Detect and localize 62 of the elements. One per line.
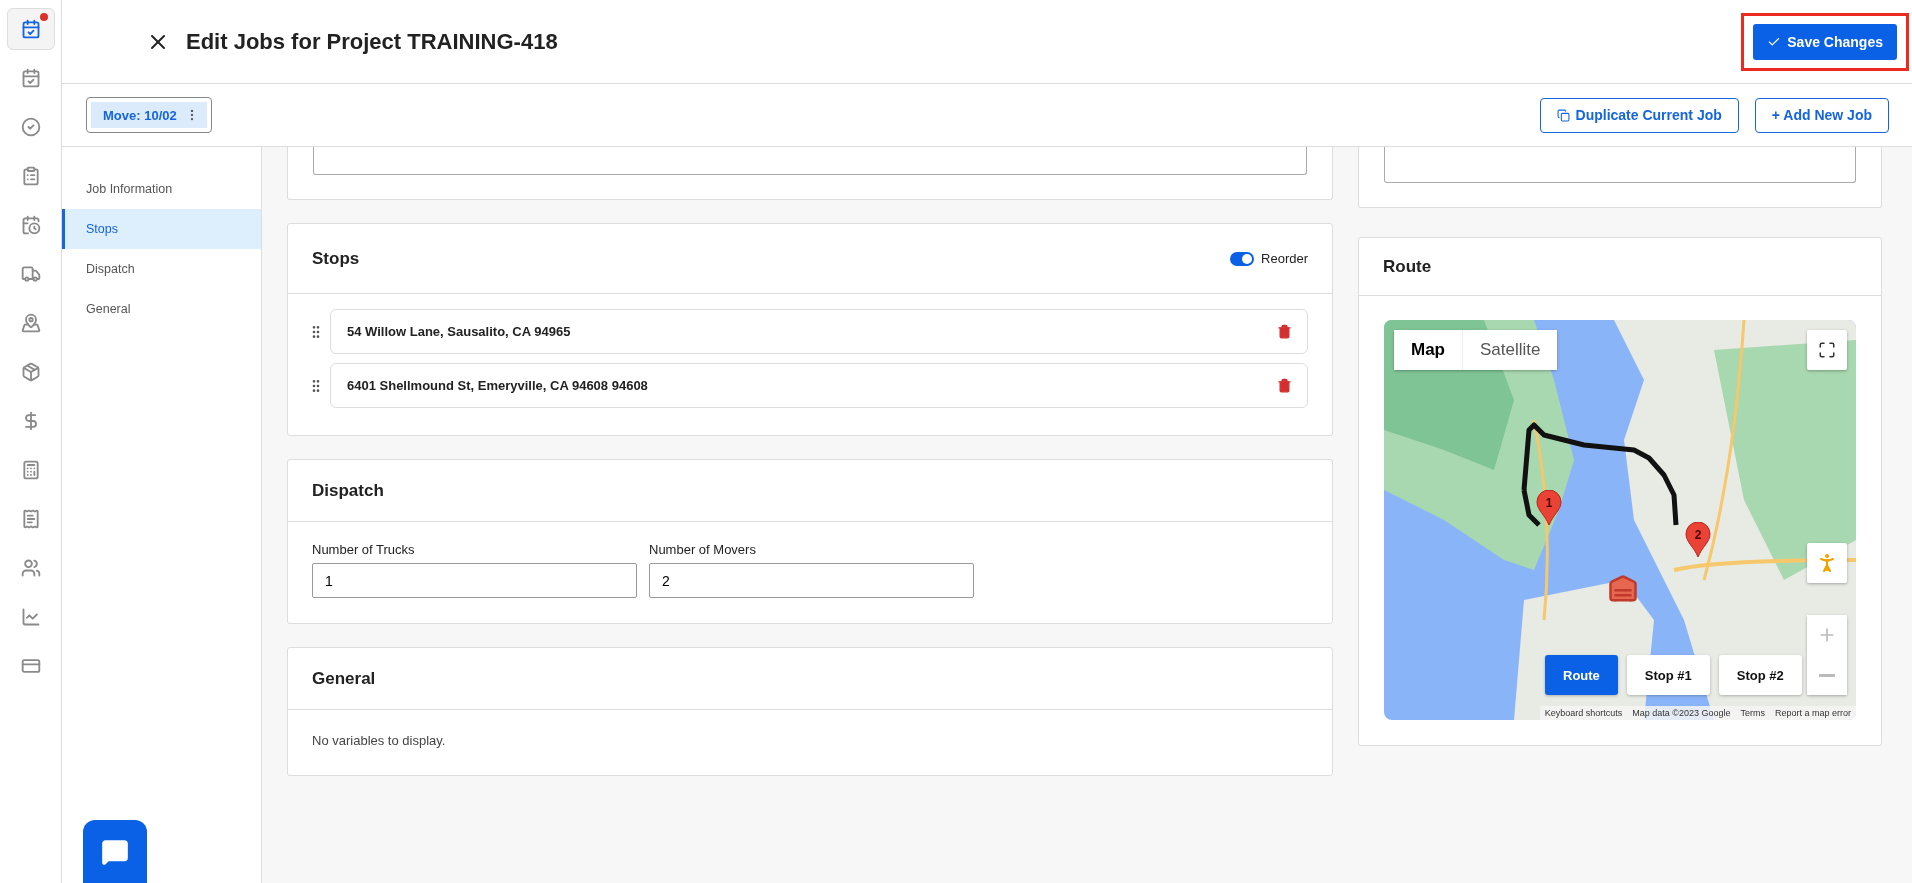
switch-label: Reorder <box>1261 251 1308 266</box>
copy-icon <box>1556 108 1570 122</box>
map-type-button[interactable]: Map <box>1394 330 1463 370</box>
map-marker[interactable]: 1 <box>1536 490 1562 526</box>
map-pin-icon <box>20 313 41 333</box>
number-input[interactable]: 2 <box>649 563 974 598</box>
chat-icon <box>101 837 129 866</box>
chart-icon <box>20 607 41 627</box>
add-job-button[interactable]: + Add New Job <box>1754 97 1889 133</box>
map-view-button[interactable]: Stop #2 <box>1718 655 1802 695</box>
street-view-button[interactable] <box>1807 543 1847 583</box>
map[interactable]: 1 2 Map Satellite Route Stop #1 Stop #2 Keyboard shortcuts Map data ©2023 Google Terms Report a map error <box>1384 320 1856 720</box>
delete-button[interactable] <box>1277 324 1292 339</box>
card-title: Stops <box>312 248 360 269</box>
zoom-out-button[interactable] <box>1807 655 1847 695</box>
reorder-switch[interactable] <box>1230 251 1255 266</box>
calendar-check-icon <box>20 68 41 88</box>
stop-field[interactable]: 6401 Shellmound St, Emeryville, CA 94608 94608 <box>330 363 1308 408</box>
empty-message: No variables to display. <box>311 732 447 750</box>
minus-icon <box>1819 673 1835 677</box>
field-label: Number of Movers <box>649 542 757 557</box>
map-view-button[interactable]: Stop #1 <box>1626 655 1710 695</box>
calculator-icon <box>20 460 41 480</box>
chat-button[interactable] <box>83 820 147 883</box>
text-area[interactable] <box>1384 147 1856 183</box>
attribution-link[interactable]: Keyboard shortcuts <box>1539 706 1628 720</box>
fullscreen-button[interactable] <box>1807 330 1847 370</box>
calendar-check-icon <box>20 19 41 39</box>
calendar-clock-icon <box>20 215 41 235</box>
delete-button[interactable] <box>1277 378 1292 393</box>
page-title: Edit Jobs for Project TRAINING-418 <box>186 28 559 55</box>
fullscreen-icon <box>1818 341 1836 359</box>
card-title: General <box>312 668 376 689</box>
attribution-link[interactable]: Map data ©2023 Google <box>1627 706 1736 720</box>
card-title: Dispatch <box>312 480 384 501</box>
job-tab[interactable]: Move: 10/02 <box>91 102 207 128</box>
stop-field[interactable]: 54 Willow Lane, Sausalito, CA 94965 <box>330 309 1308 354</box>
credit-card-icon <box>20 656 41 676</box>
truck-icon <box>20 264 41 284</box>
section-nav-item[interactable]: General <box>62 289 261 329</box>
attribution-link[interactable]: Terms <box>1735 706 1770 720</box>
receipt-icon <box>20 509 41 529</box>
field-label: Number of Trucks <box>312 542 416 557</box>
attribution-link[interactable]: Report a map error <box>1769 706 1856 720</box>
card-title: Route <box>1383 256 1432 277</box>
number-input[interactable]: 1 <box>312 563 637 598</box>
section-nav-item[interactable]: Dispatch <box>62 249 261 289</box>
nav-button[interactable] <box>6 8 55 50</box>
stop-address: 54 Willow Lane, Sausalito, CA 94965 <box>347 324 571 339</box>
duplicate-job-button[interactable]: Duplicate Current Job <box>1539 97 1739 133</box>
map-type-button[interactable]: Satellite <box>1463 330 1558 370</box>
box-icon <box>20 362 41 382</box>
users-icon <box>20 558 41 578</box>
section-nav-item[interactable]: Stops <box>62 209 261 249</box>
map-marker[interactable]: 2 <box>1685 522 1711 558</box>
save-button[interactable]: Save Changes <box>1753 23 1897 60</box>
input-field[interactable] <box>313 147 1307 175</box>
section-nav-item[interactable]: Job Information <box>62 169 261 209</box>
map-view-button[interactable]: Route <box>1545 655 1618 695</box>
clipboard-icon <box>20 166 41 186</box>
check-circle-icon <box>20 117 41 137</box>
stop-address: 6401 Shellmound St, Emeryville, CA 94608 94608 <box>347 378 648 393</box>
